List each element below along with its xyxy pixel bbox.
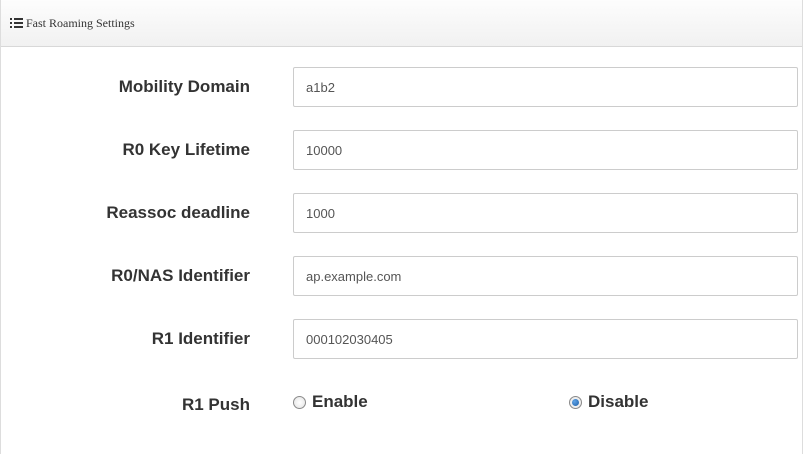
panel-title: Fast Roaming Settings <box>26 15 135 30</box>
mobility-domain-input[interactable] <box>293 67 798 107</box>
r1-identifier-row: R1 Identifier <box>1 319 803 359</box>
fast-roaming-panel: Fast Roaming Settings Mobility Domain R0… <box>0 0 803 454</box>
list-icon <box>10 18 23 28</box>
r0-nas-identifier-input[interactable] <box>293 256 798 296</box>
r1-push-enable-option[interactable]: Enable <box>293 382 368 422</box>
reassoc-deadline-input[interactable] <box>293 193 798 233</box>
r1-push-disable-label[interactable]: Disable <box>588 392 648 412</box>
r1-push-disable-option[interactable]: Disable <box>569 382 648 422</box>
r1-push-enable-label[interactable]: Enable <box>312 392 368 412</box>
r0-nas-identifier-row: R0/NAS Identifier <box>1 256 803 296</box>
r1-push-row: R1 Push Enable Disable <box>1 385 803 425</box>
reassoc-deadline-label: Reassoc deadline <box>106 203 250 222</box>
r0-nas-identifier-label: R0/NAS Identifier <box>111 266 250 285</box>
r0-key-lifetime-row: R0 Key Lifetime <box>1 130 803 170</box>
mobility-domain-row: Mobility Domain <box>1 67 803 107</box>
r1-identifier-label: R1 Identifier <box>151 329 250 348</box>
r1-identifier-input[interactable] <box>293 319 798 359</box>
panel-header: Fast Roaming Settings <box>1 0 802 47</box>
r1-push-disable-radio[interactable] <box>569 395 582 409</box>
reassoc-deadline-row: Reassoc deadline <box>1 193 803 233</box>
mobility-domain-label: Mobility Domain <box>118 77 250 96</box>
r1-push-label: R1 Push <box>181 395 250 414</box>
r0-key-lifetime-label: R0 Key Lifetime <box>122 140 250 159</box>
r1-push-enable-radio[interactable] <box>293 395 306 409</box>
r0-key-lifetime-input[interactable] <box>293 130 798 170</box>
